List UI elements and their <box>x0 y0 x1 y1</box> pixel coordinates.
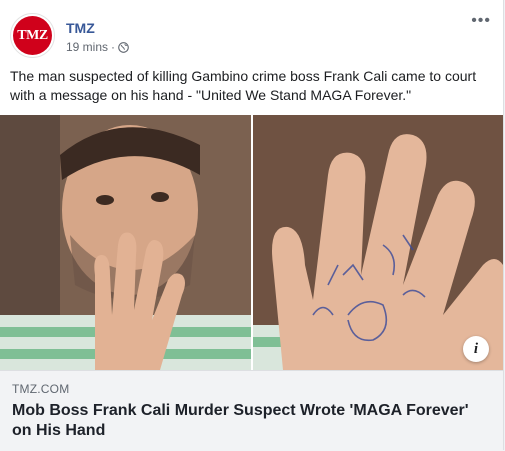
post-meta: 19 mins · <box>66 40 129 54</box>
globe-icon[interactable] <box>118 41 129 53</box>
tmz-logo: TMZ <box>13 16 52 55</box>
news-feed-post: TMZ TMZ 19 mins · ••• The man suspected … <box>0 0 504 451</box>
photo-suspect-face[interactable] <box>0 115 251 370</box>
page-avatar[interactable]: TMZ <box>10 13 55 58</box>
link-preview-card[interactable]: TMZ.COM Mob Boss Frank Cali Murder Suspe… <box>0 370 503 451</box>
page-name-link[interactable]: TMZ <box>66 20 95 36</box>
post-body-text: The man suspected of killing Gambino cri… <box>10 68 477 103</box>
photo-suspect-hand[interactable] <box>253 115 503 370</box>
post-timestamp[interactable]: 19 mins <box>66 40 108 54</box>
link-domain: TMZ.COM <box>12 382 70 396</box>
link-headline[interactable]: Mob Boss Frank Cali Murder Suspect Wrote… <box>12 401 492 441</box>
meta-separator: · <box>111 40 116 54</box>
more-options-icon[interactable]: ••• <box>471 13 491 29</box>
info-icon[interactable]: i <box>463 336 489 362</box>
post-header: TMZ TMZ 19 mins · ••• <box>10 13 495 59</box>
post-media[interactable]: i <box>0 115 503 370</box>
